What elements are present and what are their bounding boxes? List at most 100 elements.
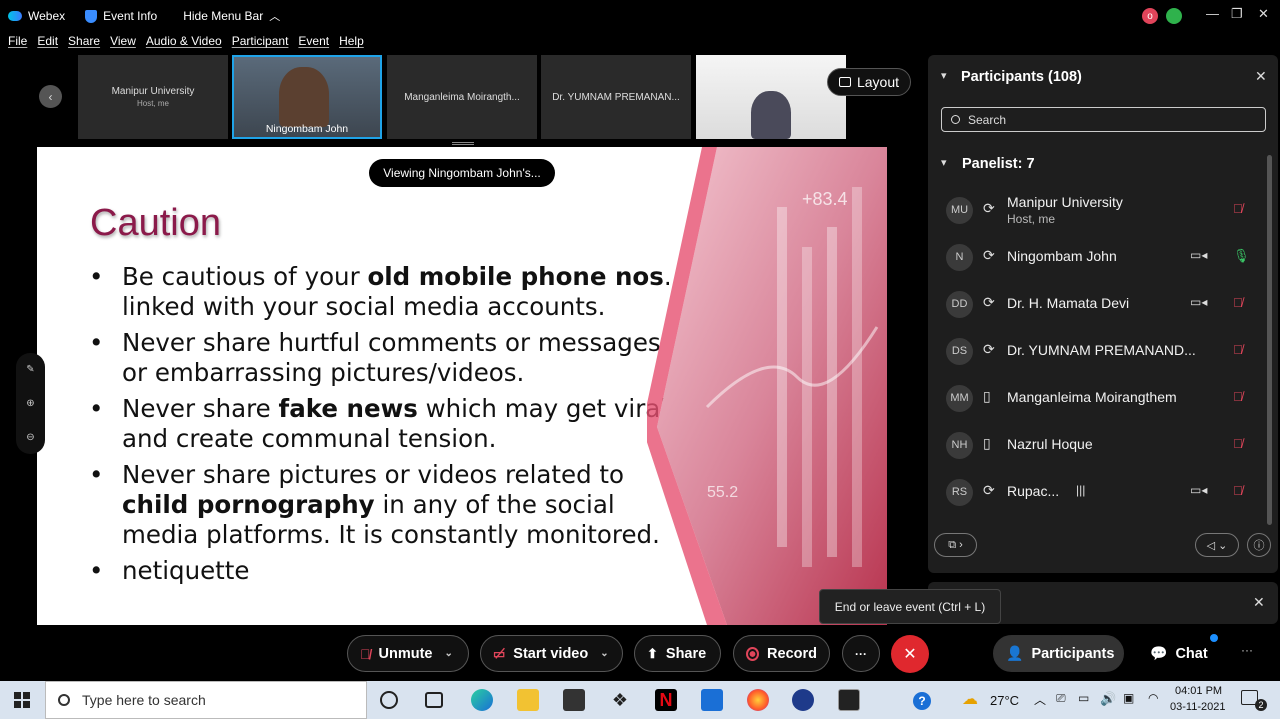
resize-handle[interactable] xyxy=(452,142,474,145)
search-input[interactable]: Search xyxy=(941,107,1266,132)
video-tile[interactable]: Manganleima Moirangth... xyxy=(387,55,537,139)
chevron-down-icon[interactable]: ⌄ xyxy=(444,648,452,659)
mail-icon[interactable] xyxy=(701,689,723,711)
end-event-button[interactable]: ✕ xyxy=(891,635,929,673)
menu-view[interactable]: View xyxy=(110,34,136,52)
chat-button[interactable]: 💬 Chat xyxy=(1137,635,1219,672)
layout-button[interactable]: Layout xyxy=(827,68,911,96)
tray-app-icon[interactable]: ⎚ xyxy=(1056,691,1066,706)
windows-start-icon[interactable] xyxy=(14,692,30,708)
tray-network-icon[interactable]: ▭ xyxy=(1078,691,1089,705)
event-info-button[interactable]: Event Info xyxy=(85,9,157,23)
move-panel-button[interactable]: ⧉ › xyxy=(934,533,977,557)
participant-name: Nazrul Hoque xyxy=(1007,436,1093,452)
more-options-button[interactable]: ··· xyxy=(842,635,880,672)
participant-row[interactable]: NH ▯ Nazrul Hoque 🎙̸ xyxy=(928,422,1268,468)
firefox-icon[interactable] xyxy=(747,689,769,711)
edge-icon[interactable] xyxy=(471,689,493,711)
event-info-label: Event Info xyxy=(103,9,158,23)
mic-muted-icon[interactable]: 🎙̸ xyxy=(1233,436,1243,451)
participant-row[interactable]: MM ▯ Manganleima Moirangthem 🎙̸ xyxy=(928,375,1268,421)
participant-row[interactable]: DD ⟳ Dr. H. Mamata Devi ▭◂ 🎙̸ xyxy=(928,281,1268,327)
viewing-indicator[interactable]: Viewing Ningombam John's... xyxy=(369,159,555,187)
menu-participant[interactable]: Participant xyxy=(232,34,289,52)
taskbar-search-input[interactable]: Type here to search xyxy=(45,681,367,719)
record-button[interactable]: Record xyxy=(733,635,830,672)
participants-button[interactable]: 👤 Participants xyxy=(993,635,1124,672)
video-tile[interactable]: Dr. YUMNAM PREMANAN... xyxy=(541,55,691,139)
panel-menu-button[interactable]: ◁ ⌄ xyxy=(1195,533,1239,557)
webex-taskbar-icon[interactable] xyxy=(792,689,814,711)
mic-muted-icon[interactable]: 🎙̸ xyxy=(1233,201,1243,216)
menu-event[interactable]: Event xyxy=(298,34,329,52)
mic-muted-icon[interactable]: 🎙̸ xyxy=(1233,389,1243,404)
strip-prev-icon[interactable]: ‹ xyxy=(39,85,62,108)
zoom-out-icon[interactable]: ⊖ xyxy=(26,432,34,443)
mic-active-icon[interactable]: 🎙 xyxy=(1233,248,1250,264)
image-number: 55.2 xyxy=(707,484,738,501)
maximize-icon[interactable]: ❐ xyxy=(1231,6,1243,22)
dropbox-icon[interactable]: ❖ xyxy=(609,689,631,711)
task-view-icon[interactable] xyxy=(425,692,443,708)
terminal-icon[interactable] xyxy=(838,689,860,711)
more-icon[interactable]: ··· xyxy=(1241,643,1253,657)
people-icon: 👤 xyxy=(1006,645,1024,661)
store-icon[interactable] xyxy=(563,689,585,711)
search-placeholder: Search xyxy=(968,112,1007,127)
panel-title: Participants (108) xyxy=(961,69,1082,85)
menu-audio-video[interactable]: Audio & Video xyxy=(146,34,222,52)
weather-icon[interactable]: ☁ xyxy=(962,689,978,709)
section-chevron-icon[interactable]: ▾ xyxy=(941,156,947,169)
video-tile-active[interactable]: Ningombam John xyxy=(232,55,382,139)
phone-icon: ▯ xyxy=(983,388,991,404)
info-icon[interactable]: ⓘ xyxy=(1247,533,1271,557)
menu-share[interactable]: Share xyxy=(68,34,100,52)
menu-edit[interactable]: Edit xyxy=(37,34,58,52)
participant-row[interactable]: RS ⟳ Rupac... ||| ▭◂ 🎙̸ xyxy=(928,469,1268,515)
connection-icon: ⟳ xyxy=(983,247,995,263)
clock-time[interactable]: 04:01 PM xyxy=(1175,685,1222,697)
menu-help[interactable]: Help xyxy=(339,34,364,52)
close-secondary-icon[interactable]: ✕ xyxy=(1253,594,1265,611)
zoom-in-icon[interactable]: ⊕ xyxy=(26,398,34,409)
help-icon[interactable]: ? xyxy=(913,692,931,710)
wifi-icon[interactable]: ◠ xyxy=(1148,691,1158,705)
file-explorer-icon[interactable] xyxy=(517,689,539,711)
mic-muted-icon[interactable]: 🎙̸ xyxy=(1233,342,1243,357)
hide-menu-bar-button[interactable]: Hide Menu Bar ︿ xyxy=(183,8,280,24)
battery-icon[interactable]: ▣ xyxy=(1123,691,1134,705)
close-panel-icon[interactable]: ✕ xyxy=(1255,68,1267,85)
close-window-icon[interactable]: ✕ xyxy=(1258,6,1269,22)
video-tile-self[interactable] xyxy=(696,55,846,139)
annotate-icon[interactable]: ✎ xyxy=(26,364,34,375)
cortana-icon[interactable] xyxy=(380,691,398,709)
participants-panel: ▾ Participants (108) ✕ Search ▾ Panelist… xyxy=(928,55,1278,573)
tray-chevron-icon[interactable]: ︿ xyxy=(1034,691,1046,708)
keyboard-image: +83.4 55.2 xyxy=(647,147,887,625)
collapse-chevron-icon[interactable]: ▾ xyxy=(941,69,947,82)
temperature[interactable]: 27°C xyxy=(990,693,1019,708)
bullet-item: Be cautious of your old mobile phone nos… xyxy=(89,262,689,322)
chat-icon: 💬 xyxy=(1150,645,1168,661)
panel-scrollbar[interactable] xyxy=(1267,155,1272,525)
mic-muted-icon[interactable]: 🎙̸ xyxy=(1233,483,1243,498)
minimize-icon[interactable]: — xyxy=(1206,6,1219,21)
volume-icon[interactable]: 🔊 xyxy=(1100,691,1116,707)
start-video-button[interactable]: ▭̸ Start video ⌄ xyxy=(480,635,623,672)
participant-row[interactable]: N ⟳ Ningombam John ▭◂ 🎙 xyxy=(928,234,1268,280)
participant-row[interactable]: DS ⟳ Dr. YUMNAM PREMANAND... 🎙̸ xyxy=(928,328,1268,374)
share-button[interactable]: ⬆ Share xyxy=(634,635,721,672)
participant-row[interactable]: MU ⟳ Manipur University Host, me 🎙̸ xyxy=(928,187,1268,233)
chevron-down-icon[interactable]: ⌄ xyxy=(600,648,608,659)
status-icon[interactable] xyxy=(1166,8,1182,24)
menu-file[interactable]: File xyxy=(8,34,27,52)
chat-label: Chat xyxy=(1175,645,1208,662)
unmute-button[interactable]: 🎙̸ Unmute ⌄ xyxy=(347,635,469,672)
mic-muted-icon[interactable]: 🎙̸ xyxy=(1233,295,1243,310)
user-avatar[interactable]: o xyxy=(1142,8,1158,24)
clock-date[interactable]: 03-11-2021 xyxy=(1170,701,1225,713)
avatar: N xyxy=(946,243,973,271)
video-tile[interactable]: Manipur University Host, me xyxy=(78,55,228,139)
connection-icon: ⟳ xyxy=(983,482,995,498)
netflix-icon[interactable]: N xyxy=(655,689,677,711)
